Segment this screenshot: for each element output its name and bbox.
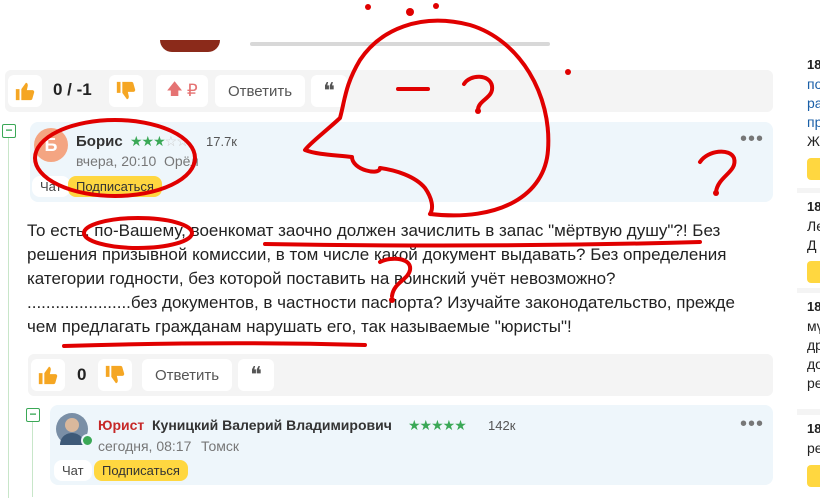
thread-line (32, 422, 33, 497)
comment-action-bar: 0 Ответить ❝ (28, 354, 773, 396)
sidebar-item-text: Ж (807, 133, 820, 149)
previous-comment-tail (0, 0, 790, 55)
sidebar-item-number: 18 (807, 199, 820, 214)
sidebar-card[interactable]: 18 Ле Д (797, 193, 820, 288)
comment-header-boris: Б Борис ★★★☆☆ 17.7к вчера, 20:10 Орёл Ча… (30, 122, 773, 202)
more-dots-icon[interactable]: ••• (740, 413, 764, 436)
subscribe-button[interactable]: Подписаться (68, 176, 162, 197)
comment-time: вчера, 20:10 (76, 153, 157, 169)
thumbs-up-icon (15, 82, 35, 101)
ruble-label: ₽ (186, 81, 198, 100)
sidebar: 18 по ра пр Ж 18 Ле Д 18 мү др до ре 18 … (797, 45, 820, 497)
more-dots-icon[interactable]: ••• (740, 128, 764, 151)
author-city: Орёл (164, 153, 199, 169)
avatar[interactable]: Б (34, 128, 68, 162)
reply-button[interactable]: Ответить (142, 359, 232, 391)
marker-underline-2 (62, 341, 367, 348)
author-city: Томск (201, 438, 239, 454)
sidebar-item-text: др (807, 337, 820, 353)
sidebar-item-number: 18 (807, 421, 820, 436)
comment-line: чем предлагать гражданам нарушать его, т… (27, 317, 572, 336)
collapse-minus-icon[interactable]: − (26, 408, 40, 422)
comment-score: 0 (77, 365, 87, 384)
sidebar-card[interactable]: 18 ре (797, 415, 820, 497)
author-role: Юрист (98, 417, 145, 433)
comment-score: 0 / -1 (53, 80, 92, 99)
subscribe-button[interactable]: Подписаться (94, 460, 188, 481)
thumbs-down-icon (116, 81, 136, 100)
thumbs-down-icon (105, 365, 125, 384)
sidebar-card[interactable]: 18 мү др до ре (797, 293, 820, 409)
quote-icon: ❝ (250, 362, 262, 387)
comment-line: То есть, по-Вашему, военкомат заочно дол… (27, 221, 721, 240)
reply-button[interactable]: Ответить (215, 75, 305, 107)
sidebar-item-text: мү (807, 318, 820, 334)
comment-line: категории годности, без которой поставит… (27, 269, 616, 288)
quote-button[interactable]: ❝ (311, 75, 347, 107)
dislike-button[interactable] (109, 75, 143, 107)
sidebar-item-badge[interactable] (807, 158, 820, 180)
comment-line: ......................без документов, в … (27, 293, 735, 312)
author-stars: ★★★☆☆ (130, 133, 189, 149)
collapse-minus-icon[interactable]: − (2, 124, 16, 138)
sidebar-item-text: до (807, 356, 820, 372)
sidebar-card[interactable]: 18 по ра пр Ж (797, 45, 820, 188)
sidebar-item-number: 18 (807, 299, 820, 314)
sidebar-item-badge[interactable] (807, 261, 820, 283)
comment-body: То есть, по-Вашему, военкомат заочно дол… (27, 219, 779, 339)
thread-line (8, 138, 9, 498)
like-button[interactable] (31, 359, 65, 391)
like-button[interactable] (8, 75, 42, 107)
author-rating: 142к (488, 418, 516, 433)
online-indicator (81, 434, 94, 447)
previous-comment-image (160, 40, 220, 52)
tip-button[interactable]: 🡅 ₽ (156, 75, 208, 107)
arrow-up-icon: 🡅 (166, 80, 183, 98)
author-stars: ★★★★★ (408, 417, 467, 433)
author-name[interactable]: Борис (76, 133, 123, 150)
dislike-button[interactable] (98, 359, 132, 391)
author-name[interactable]: Куницкий Валерий Владимирович (152, 417, 392, 433)
sidebar-item-text: ре (807, 375, 820, 391)
sidebar-item-text: пр (807, 114, 820, 130)
top-comment-action-bar: 0 / -1 🡅 ₽ Ответить ❝ (5, 70, 773, 112)
chat-button[interactable]: Чат (32, 176, 70, 197)
comment-time: сегодня, 08:17 (98, 438, 192, 454)
sidebar-item-number: 18 (807, 57, 820, 72)
sidebar-item-text: по (807, 76, 820, 92)
quote-icon: ❝ (323, 78, 335, 103)
comment-line: решения призывной комиссии, в том числе … (27, 245, 727, 264)
sidebar-item-text: ра (807, 95, 820, 111)
chat-button[interactable]: Чат (54, 460, 92, 481)
quote-button[interactable]: ❝ (238, 359, 274, 391)
comment-header-lawyer: Юрист Куницкий Валерий Владимирович ★★★★… (50, 405, 773, 485)
sidebar-item-text: Ле (807, 218, 820, 234)
sidebar-item-badge[interactable] (807, 465, 820, 487)
sidebar-item-text: Д (807, 237, 817, 253)
previous-comment-text-fragment (250, 42, 550, 46)
sidebar-item-text: ре (807, 440, 820, 456)
author-rating: 17.7к (206, 134, 237, 149)
thumbs-up-icon (38, 366, 58, 385)
